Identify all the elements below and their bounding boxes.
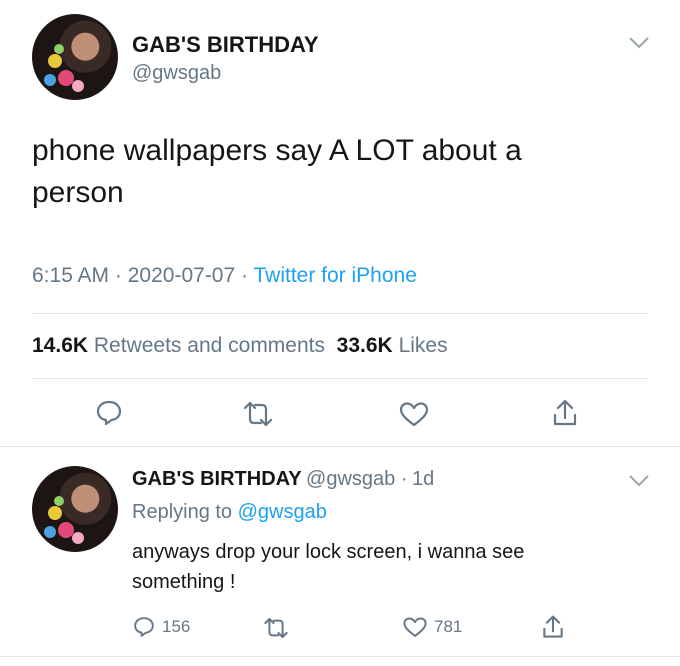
reply-author-handle[interactable]: @gwsgab xyxy=(306,468,395,490)
tweet-separator xyxy=(0,656,680,657)
tweet-date[interactable]: 2020-07-07 xyxy=(128,264,235,287)
author-display-name[interactable]: GAB'S BIRTHDAY xyxy=(132,32,319,58)
replying-to-handle-link[interactable]: @gwsgab xyxy=(238,501,327,523)
author-handle[interactable]: @gwsgab xyxy=(132,62,221,85)
avatar-flower xyxy=(48,54,62,68)
retweets-count: 14.6K xyxy=(32,334,89,357)
reply-header: GAB'S BIRTHDAY @gwsgab · 1d xyxy=(132,468,434,491)
reply-icon[interactable] xyxy=(94,398,124,428)
reply-author-avatar[interactable] xyxy=(32,466,118,552)
reply-text-line: anyways drop your lock screen, i wanna s… xyxy=(132,541,525,563)
reply-text-line: something ! xyxy=(132,571,236,593)
reply-count: 156 xyxy=(162,617,191,636)
avatar-flower xyxy=(44,526,56,538)
tweet-stats: 14.6K Retweets and comments 33.6K Likes xyxy=(32,334,448,358)
avatar-flower xyxy=(54,496,64,506)
tweet-source-link[interactable]: Twitter for iPhone xyxy=(253,264,416,287)
tweet-separator xyxy=(0,446,680,447)
like-icon xyxy=(402,615,428,639)
retweets-stat[interactable]: 14.6K Retweets and comments xyxy=(32,334,325,357)
chevron-down-icon[interactable] xyxy=(628,36,650,50)
divider xyxy=(32,313,648,314)
like-count: 781 xyxy=(434,617,463,636)
like-icon[interactable] xyxy=(398,400,430,428)
like-action[interactable]: 781 xyxy=(402,614,462,640)
reply-icon xyxy=(132,615,156,639)
tweet-text-line: person xyxy=(32,176,124,209)
tweet-text-line: phone wallpapers say A LOT about a xyxy=(32,134,522,167)
reply-text: anyways drop your lock screen, i wanna s… xyxy=(132,537,652,597)
tweet-text: phone wallpapers say A LOT about a perso… xyxy=(32,130,652,214)
share-icon[interactable] xyxy=(550,398,580,428)
meta-separator: · xyxy=(400,468,408,490)
reply-action[interactable]: 156 xyxy=(132,614,190,640)
meta-separator: · xyxy=(241,264,249,287)
retweets-label: Retweets and comments xyxy=(93,334,325,357)
retweet-icon[interactable] xyxy=(262,616,290,640)
avatar-flower xyxy=(48,506,62,520)
divider xyxy=(32,378,648,379)
reply-author-display-name[interactable]: GAB'S BIRTHDAY xyxy=(132,468,302,490)
avatar-flower xyxy=(72,80,84,92)
avatar-flower xyxy=(72,532,84,544)
reply-age[interactable]: 1d xyxy=(412,468,434,490)
author-avatar[interactable] xyxy=(32,14,118,100)
likes-count: 33.6K xyxy=(336,334,393,357)
meta-separator: · xyxy=(114,264,122,287)
replying-prefix: Replying to xyxy=(132,501,233,523)
chevron-down-icon[interactable] xyxy=(628,474,650,488)
avatar-flower xyxy=(44,74,56,86)
avatar-flower xyxy=(54,44,64,54)
tweet-meta: 6:15 AM · 2020-07-07 · Twitter for iPhon… xyxy=(32,264,417,288)
tweet-time[interactable]: 6:15 AM xyxy=(32,264,109,287)
likes-label: Likes xyxy=(398,334,448,357)
retweet-icon[interactable] xyxy=(241,400,275,428)
likes-stat[interactable]: 33.6K Likes xyxy=(337,334,448,357)
replying-to: Replying to @gwsgab xyxy=(132,501,327,524)
share-icon[interactable] xyxy=(540,614,566,640)
